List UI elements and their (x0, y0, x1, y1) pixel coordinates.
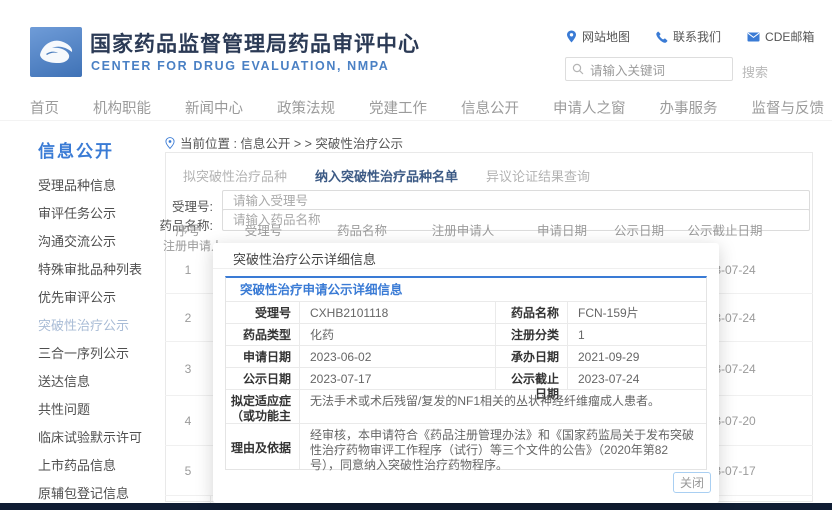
row-no: 3 (165, 362, 211, 376)
tab-bar: 拟突破性治疗品种 纳入突破性治疗品种名单 异议论证结果查询 (183, 166, 590, 185)
keyword-search-box[interactable]: 请输入关键词 (565, 57, 733, 81)
topbar-links: 网站地图 联系我们 CDE邮箱 (566, 28, 814, 45)
phone-icon (656, 31, 668, 43)
deadline-field-label: 公示截止日期 (496, 368, 568, 389)
sidebar-item-delivery-info[interactable]: 送达信息 (38, 368, 168, 396)
apply-date-value: 2023-06-02 (300, 346, 496, 367)
dialog-title: 突破性治疗公示详细信息 (233, 252, 376, 267)
reason-field-label: 理由及依据 (226, 424, 300, 469)
col-header-publish-date: 公示日期 (606, 220, 672, 239)
tab-included-breakthrough-list[interactable]: 纳入突破性治疗品种名单 (315, 166, 458, 185)
sidebar-item-three-in-one[interactable]: 三合一序列公示 (38, 340, 168, 368)
sidebar-item-accepted-varieties[interactable]: 受理品种信息 (38, 172, 168, 200)
row-no: 5 (165, 464, 211, 478)
apply-date-field-label: 申请日期 (226, 346, 300, 367)
detail-table: 突破性治疗申请公示详细信息 受理号 CXHB2101118 药品名称 FCN-1… (225, 276, 707, 470)
site-title: 国家药品监督管理局药品审评中心 (90, 28, 420, 58)
detail-row: 药品类型 化药 注册分类 1 (226, 324, 706, 346)
drug-name-field-label: 药品名称 (496, 302, 568, 323)
breadcrumb: 当前位置 : 信息公开 > > 突破性治疗公示 (165, 133, 403, 152)
detail-row: 申请日期 2023-06-02 承办日期 2021-09-29 (226, 346, 706, 368)
mailbox-link[interactable]: CDE邮箱 (747, 28, 814, 45)
accept-no-label: 受理号: (150, 196, 213, 215)
search-button[interactable]: 搜索 (742, 62, 768, 81)
detail-row-indication: 拟定适应症（或功能主治） 无法手术或术后残留/复发的NF1相关的丛状神经纤维瘤成… (226, 390, 706, 424)
dialog-body: 突破性治疗申请公示详细信息 受理号 CXHB2101118 药品名称 FCN-1… (213, 269, 719, 470)
search-icon (572, 63, 584, 75)
close-button[interactable]: 关闭 (673, 472, 711, 493)
undertake-date-value: 2021-09-29 (568, 346, 706, 367)
row-no: 4 (165, 414, 211, 428)
col-header-applicant: 注册申请人 (408, 220, 518, 239)
nav-item-supervision[interactable]: 监督与反馈 (752, 97, 825, 118)
nav-item-party[interactable]: 党建工作 (369, 97, 427, 118)
contact-link[interactable]: 联系我们 (656, 28, 721, 45)
undertake-date-field-label: 承办日期 (496, 346, 568, 367)
drug-type-field-label: 药品类型 (226, 324, 300, 345)
detail-section-title: 突破性治疗申请公示详细信息 (226, 278, 706, 302)
sidebar-item-marketed-drugs[interactable]: 上市药品信息 (38, 452, 168, 480)
col-header-accept-no: 受理号 (211, 220, 316, 239)
nav-item-functions[interactable]: 机构职能 (93, 97, 151, 118)
reg-class-field-label: 注册分类 (496, 324, 568, 345)
sitemap-label: 网站地图 (582, 28, 630, 45)
breadcrumb-text: 当前位置 : 信息公开 > > 突破性治疗公示 (180, 133, 403, 152)
sidebar-item-communication[interactable]: 沟通交流公示 (38, 228, 168, 256)
table-header-row: 序号 受理号 药品名称 注册申请人 申请日期 公示日期 公示截止日期 (165, 220, 813, 239)
mailbox-label: CDE邮箱 (765, 28, 814, 45)
sidebar-menu: 受理品种信息 审评任务公示 沟通交流公示 特殊审批品种列表 优先审评公示 突破性… (38, 172, 168, 508)
sidebar-item-clinical-trial-license[interactable]: 临床试验默示许可 (38, 424, 168, 452)
accept-no-value: CXHB2101118 (300, 302, 496, 323)
col-header-deadline: 公示截止日期 (672, 220, 778, 239)
mail-icon (747, 32, 760, 42)
reason-value: 经审核，本申请符合《药品注册管理办法》和《国家药监局关于发布突破性治疗药物审评工… (300, 424, 706, 469)
sitemap-link[interactable]: 网站地图 (566, 28, 630, 45)
swan-logo-icon (36, 35, 76, 69)
nav-item-applicant[interactable]: 申请人之窗 (553, 97, 626, 118)
drug-type-value: 化药 (300, 324, 496, 345)
deadline-value: 2023-07-24 (568, 368, 706, 389)
nav-item-services[interactable]: 办事服务 (660, 97, 718, 118)
main-nav: 首页 机构职能 新闻中心 政策法规 党建工作 信息公开 申请人之窗 办事服务 监… (0, 94, 832, 121)
tab-proposed-breakthrough[interactable]: 拟突破性治疗品种 (183, 166, 287, 185)
publish-date-value: 2023-07-17 (300, 368, 496, 389)
nav-item-home[interactable]: 首页 (30, 97, 59, 118)
detail-row: 受理号 CXHB2101118 药品名称 FCN-159片 (226, 302, 706, 324)
search-input[interactable]: 请输入关键词 (590, 60, 665, 79)
publish-date-field-label: 公示日期 (226, 368, 300, 389)
sidebar-item-breakthrough-therapy[interactable]: 突破性治疗公示 (38, 312, 168, 340)
reg-class-value: 1 (568, 324, 706, 345)
tab-objection-results[interactable]: 异议论证结果查询 (486, 166, 590, 185)
site-subtitle: CENTER FOR DRUG EVALUATION, NMPA (91, 59, 389, 73)
location-pin-icon (566, 30, 577, 43)
contact-label: 联系我们 (673, 28, 721, 45)
detail-row-reason: 理由及依据 经审核，本申请符合《药品注册管理办法》和《国家药监局关于发布突破性治… (226, 424, 706, 469)
sidebar-item-priority-review[interactable]: 优先审评公示 (38, 284, 168, 312)
row-no: 1 (165, 263, 211, 277)
col-header-apply-date: 申请日期 (518, 220, 606, 239)
nav-item-policies[interactable]: 政策法规 (277, 97, 335, 118)
col-header-drug-name: 药品名称 (316, 220, 408, 239)
drug-name-value: FCN-159片 (568, 302, 706, 323)
nav-item-disclosure[interactable]: 信息公开 (461, 97, 519, 118)
nav-item-news[interactable]: 新闻中心 (185, 97, 243, 118)
indication-value: 无法手术或术后残留/复发的NF1相关的丛状神经纤维瘤成人患者。 (300, 390, 706, 423)
accept-no-field-label: 受理号 (226, 302, 300, 323)
cde-logo[interactable] (30, 27, 82, 77)
footer-bar (0, 503, 832, 510)
sidebar-item-review-tasks[interactable]: 审评任务公示 (38, 200, 168, 228)
row-no: 2 (165, 311, 211, 325)
page: 国家药品监督管理局药品审评中心 CENTER FOR DRUG EVALUATI… (0, 0, 832, 510)
dialog-header: 突破性治疗公示详细信息 (213, 243, 719, 269)
sidebar-item-special-approval[interactable]: 特殊审批品种列表 (38, 256, 168, 284)
indication-field-label: 拟定适应症（或功能主治） (226, 390, 300, 423)
sidebar-item-common-issues[interactable]: 共性问题 (38, 396, 168, 424)
sidebar-title: 信息公开 (38, 137, 114, 162)
location-pin-icon (165, 137, 175, 149)
detail-row: 公示日期 2023-07-17 公示截止日期 2023-07-24 (226, 368, 706, 390)
detail-dialog: 突破性治疗公示详细信息 突破性治疗申请公示详细信息 受理号 CXHB210111… (213, 243, 719, 503)
